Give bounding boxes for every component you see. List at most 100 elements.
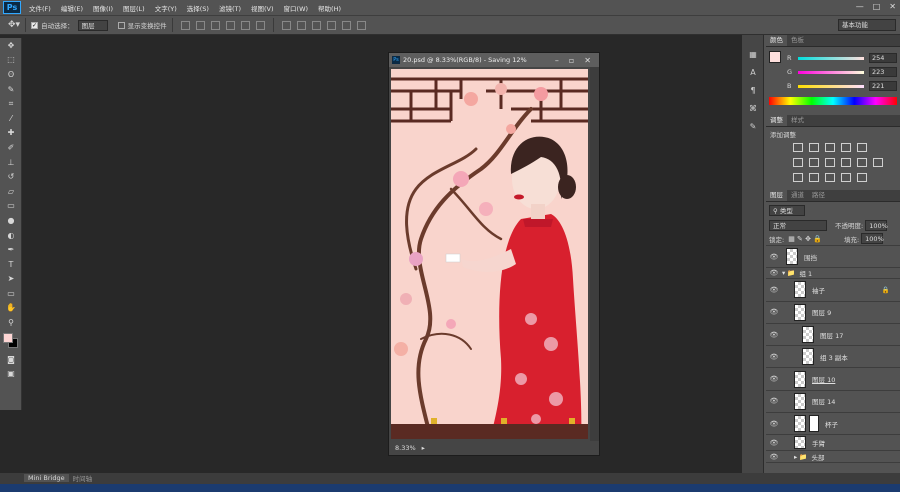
workspace-dropdown[interactable]: 基本功能 [838,19,896,31]
distribute-bottom-icon[interactable] [311,20,321,30]
tab-adjustments[interactable]: 调整 [766,115,787,126]
tab-swatches[interactable]: 色板 [787,35,808,46]
tool-presets-icon[interactable]: ⌘ [742,99,764,117]
tab-paths[interactable]: 路径 [808,190,829,201]
layer-filter-dropdown[interactable]: ⚲ 类型 [769,204,805,216]
visibility-eye-icon[interactable]: 👁 [766,397,782,405]
tab-channels[interactable]: 通道 [787,190,808,201]
layer-row[interactable]: 👁 图层 17 [766,324,900,347]
align-left-icon[interactable] [225,20,235,30]
blue-value[interactable]: 221 [869,81,897,91]
zoom-level[interactable]: 8.33% [395,444,416,452]
crop-tool-icon[interactable]: ⌗ [0,96,22,111]
paragraph-panel-icon[interactable]: ¶ [742,81,764,99]
layer-row[interactable]: 👁 手臂 [766,435,900,452]
doc-minimize-button[interactable]: – [555,56,559,65]
menu-layer[interactable]: 图层(L) [118,3,150,13]
brush-panel-icon[interactable]: ✎ [742,117,764,135]
channel-mixer-icon[interactable] [857,158,867,167]
layer-name[interactable]: 图层 17 [820,330,843,340]
layer-name[interactable]: 杯子 [825,419,838,429]
vibrance-icon[interactable] [857,143,867,152]
blue-slider[interactable] [798,84,864,88]
show-transform-checkbox[interactable] [117,21,125,29]
color-balance-icon[interactable] [809,158,819,167]
red-slider[interactable] [798,56,864,60]
tab-mini-bridge[interactable]: Mini Bridge [24,474,69,482]
green-slider[interactable] [798,70,864,74]
hue-saturation-icon[interactable] [793,158,803,167]
align-top-icon[interactable] [180,20,190,30]
tab-color[interactable]: 颜色 [766,35,787,46]
shape-tool-icon[interactable]: ▭ [0,286,22,301]
auto-select-dropdown[interactable]: 图层 [77,19,108,31]
layer-row[interactable]: 👁 图层 14 [766,391,900,414]
curves-icon[interactable] [825,143,835,152]
color-lookup-icon[interactable] [873,158,883,167]
group-expand-icon[interactable]: ▾ 📁 [782,269,795,277]
layer-row[interactable]: 👁 袖子 🔒 [766,279,900,302]
status-arrow-icon[interactable]: ▸ [422,444,425,452]
layer-name[interactable]: 围挡 [804,252,817,262]
visibility-eye-icon[interactable]: 👁 [766,308,782,316]
distribute-top-icon[interactable] [281,20,291,30]
visibility-eye-icon[interactable]: 👁 [766,420,782,428]
posterize-icon[interactable] [809,173,819,182]
history-panel-icon[interactable]: ▦ [742,45,764,63]
menu-window[interactable]: 窗口(W) [279,3,314,13]
doc-maximize-button[interactable]: ▫ [569,56,574,65]
path-select-tool-icon[interactable]: ➤ [0,272,22,287]
tab-styles[interactable]: 样式 [787,115,808,126]
history-brush-tool-icon[interactable]: ↺ [0,169,22,184]
align-hcenter-icon[interactable] [240,20,250,30]
selective-color-icon[interactable] [841,173,851,182]
menu-filter[interactable]: 滤镜(T) [214,3,246,13]
layer-name[interactable]: 图层 10 [812,374,835,384]
menu-edit[interactable]: 编辑(E) [56,3,88,13]
layer-name[interactable]: 手臂 [812,438,825,448]
auto-select-checkbox[interactable]: ✓ [31,21,39,29]
visibility-eye-icon[interactable]: 👁 [766,439,782,447]
healing-tool-icon[interactable]: ✚ [0,126,22,141]
eraser-tool-icon[interactable]: ▱ [0,184,22,199]
color-preview-swatch[interactable] [769,51,781,63]
color-spectrum-bar[interactable] [769,97,897,105]
visibility-eye-icon[interactable]: 👁 [766,253,782,261]
pen-tool-icon[interactable]: ✒ [0,242,22,257]
distribute-right-icon[interactable] [356,20,366,30]
document-scrollbar[interactable] [590,67,599,441]
eyedropper-tool-icon[interactable]: ⁄ [0,111,22,126]
menu-select[interactable]: 选择(S) [182,3,214,13]
lock-icons[interactable]: ▦ ✎ ✥ 🔒 [788,235,822,243]
artwork-canvas[interactable] [391,69,588,439]
dodge-tool-icon[interactable]: ◐ [0,228,22,243]
layer-row[interactable]: 👁 围挡 [766,246,900,269]
type-tool-icon[interactable]: T [0,257,22,272]
menu-image[interactable]: 图像(I) [88,3,118,13]
brush-tool-icon[interactable]: ✐ [0,140,22,155]
marquee-tool-icon[interactable]: ⬚ [0,53,22,68]
quick-select-tool-icon[interactable]: ✎ [0,82,22,97]
visibility-eye-icon[interactable]: 👁 [766,453,782,461]
distribute-hcenter-icon[interactable] [341,20,351,30]
screen-mode-icon[interactable]: ▣ [0,366,22,381]
visibility-eye-icon[interactable]: 👁 [766,353,782,361]
align-bottom-icon[interactable] [210,20,220,30]
menu-type[interactable]: 文字(Y) [150,3,182,13]
blur-tool-icon[interactable]: ● [0,213,22,228]
lasso-tool-icon[interactable]: ʘ [0,67,22,82]
visibility-eye-icon[interactable]: 👁 [766,269,782,277]
maximize-button[interactable]: □ [873,2,881,11]
layer-name[interactable]: 组 3 副本 [820,352,848,362]
red-value[interactable]: 254 [869,53,897,63]
blend-mode-dropdown[interactable]: 正常 [769,219,827,231]
layer-row[interactable]: 👁 图层 9 [766,302,900,324]
layer-row[interactable]: 👁 组 3 副本 [766,346,900,369]
threshold-icon[interactable] [825,173,835,182]
photo-filter-icon[interactable] [841,158,851,167]
quick-mask-icon[interactable]: ◙ [0,352,22,367]
fill-input[interactable]: 100% [861,233,884,244]
brightness-icon[interactable] [793,143,803,152]
layer-name[interactable]: 袖子 [812,285,825,295]
visibility-eye-icon[interactable]: 👁 [766,331,782,339]
